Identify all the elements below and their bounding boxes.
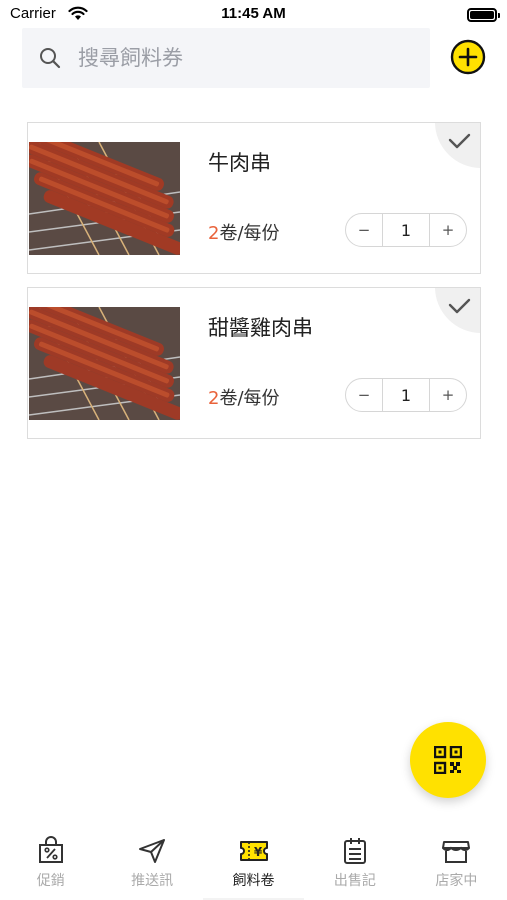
item-price: 2卷/每份 [208,384,280,410]
voucher-list: 牛肉串 2卷/每份 − 1 + 甜醬雞肉串 2卷/每份 − 1 + [27,122,481,452]
increment-button[interactable]: + [430,379,466,411]
bottom-tab-bar: 促銷 推送訊 ¥ 飼料卷 出售記 店家中 [0,824,507,900]
item-name: 甜醬雞肉串 [208,316,313,340]
tab-promotions[interactable]: 促銷 [0,824,101,900]
clock: 11:45 AM [221,5,286,22]
tab-label: 店家中 [435,873,478,889]
food-photo [29,307,180,420]
tab-label: 出售記 [333,873,376,889]
tab-feed-vouchers[interactable]: ¥ 飼料卷 [202,824,305,900]
add-circle-icon[interactable] [450,39,486,75]
item-name: 牛肉串 [208,151,271,175]
voucher-card[interactable]: 牛肉串 2卷/每份 − 1 + [27,122,481,274]
quantity-stepper: − 1 + [345,378,467,412]
tab-sales-records[interactable]: 出售記 [304,824,405,900]
tab-label: 飼料卷 [232,873,275,889]
tab-label: 促銷 [36,873,65,889]
quantity-stepper: − 1 + [345,213,467,247]
price-number: 2 [208,388,220,409]
increment-button[interactable]: + [430,214,466,246]
quantity-value: 1 [382,379,430,411]
price-unit: 卷/每份 [219,223,280,244]
search-icon [40,48,61,69]
checkmark-icon[interactable] [435,122,481,168]
checkmark-icon[interactable] [435,287,481,333]
qr-scan-button[interactable] [410,722,486,798]
status-bar: Carrier 11:45 AM [0,0,507,30]
item-price: 2卷/每份 [208,219,280,245]
search-bar[interactable] [22,28,430,88]
decrement-button[interactable]: − [346,214,382,246]
tab-push-messages[interactable]: 推送訊 [101,824,202,900]
decrement-button[interactable]: − [346,379,382,411]
svg-text:¥: ¥ [253,845,262,859]
clipboard-icon [343,838,366,864]
paper-plane-icon [139,839,166,863]
yen-ticket-icon: ¥ [239,841,268,861]
voucher-card[interactable]: 甜醬雞肉串 2卷/每份 − 1 + [27,287,481,439]
battery-icon [467,8,500,22]
search-input[interactable] [78,46,378,70]
tab-store-center[interactable]: 店家中 [406,824,507,900]
quantity-value: 1 [382,214,430,246]
storefront-icon [442,841,471,863]
price-unit: 卷/每份 [219,388,280,409]
price-number: 2 [208,223,220,244]
food-photo [29,142,180,255]
tab-label: 推送訊 [131,873,174,889]
discount-bag-icon [38,836,63,863]
qr-code-icon [434,746,462,774]
